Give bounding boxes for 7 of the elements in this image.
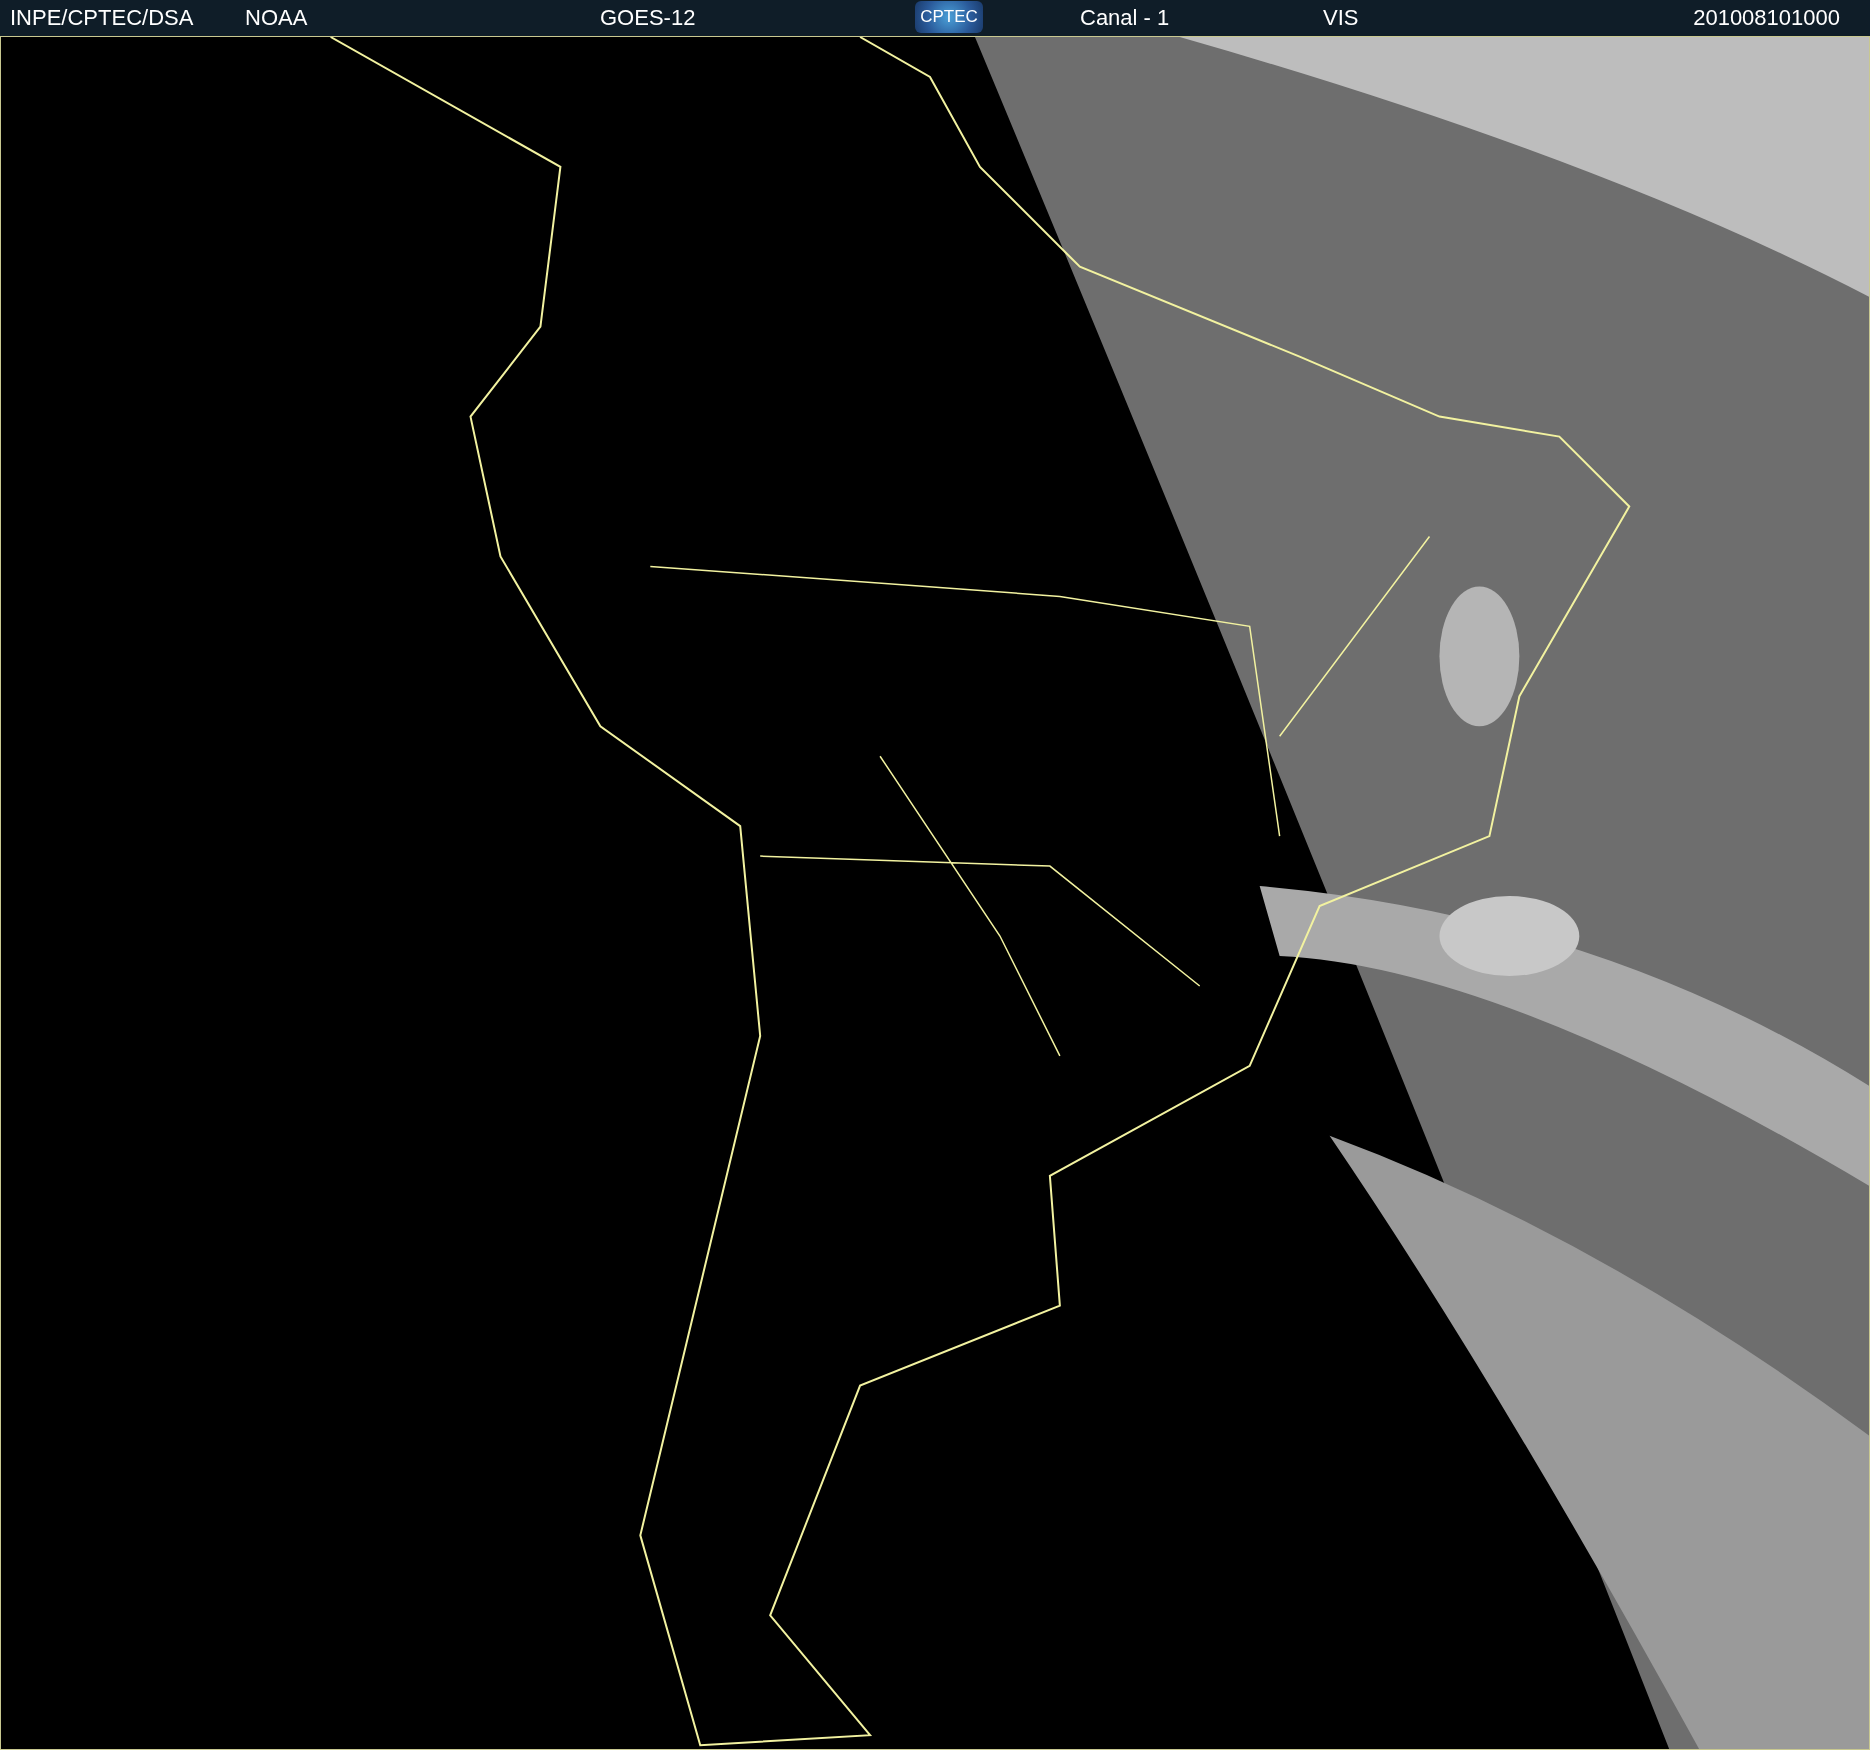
header-label: 201008101000 [1693, 6, 1840, 30]
header-label: NOAA [245, 6, 308, 30]
header-label: Canal - 1 [1080, 6, 1170, 30]
logo: CPTEC [915, 1, 983, 33]
header-label: VIS [1323, 6, 1359, 30]
header-label: GOES-12 [600, 6, 696, 30]
header-label: INPE/CPTEC/DSA [10, 6, 194, 30]
